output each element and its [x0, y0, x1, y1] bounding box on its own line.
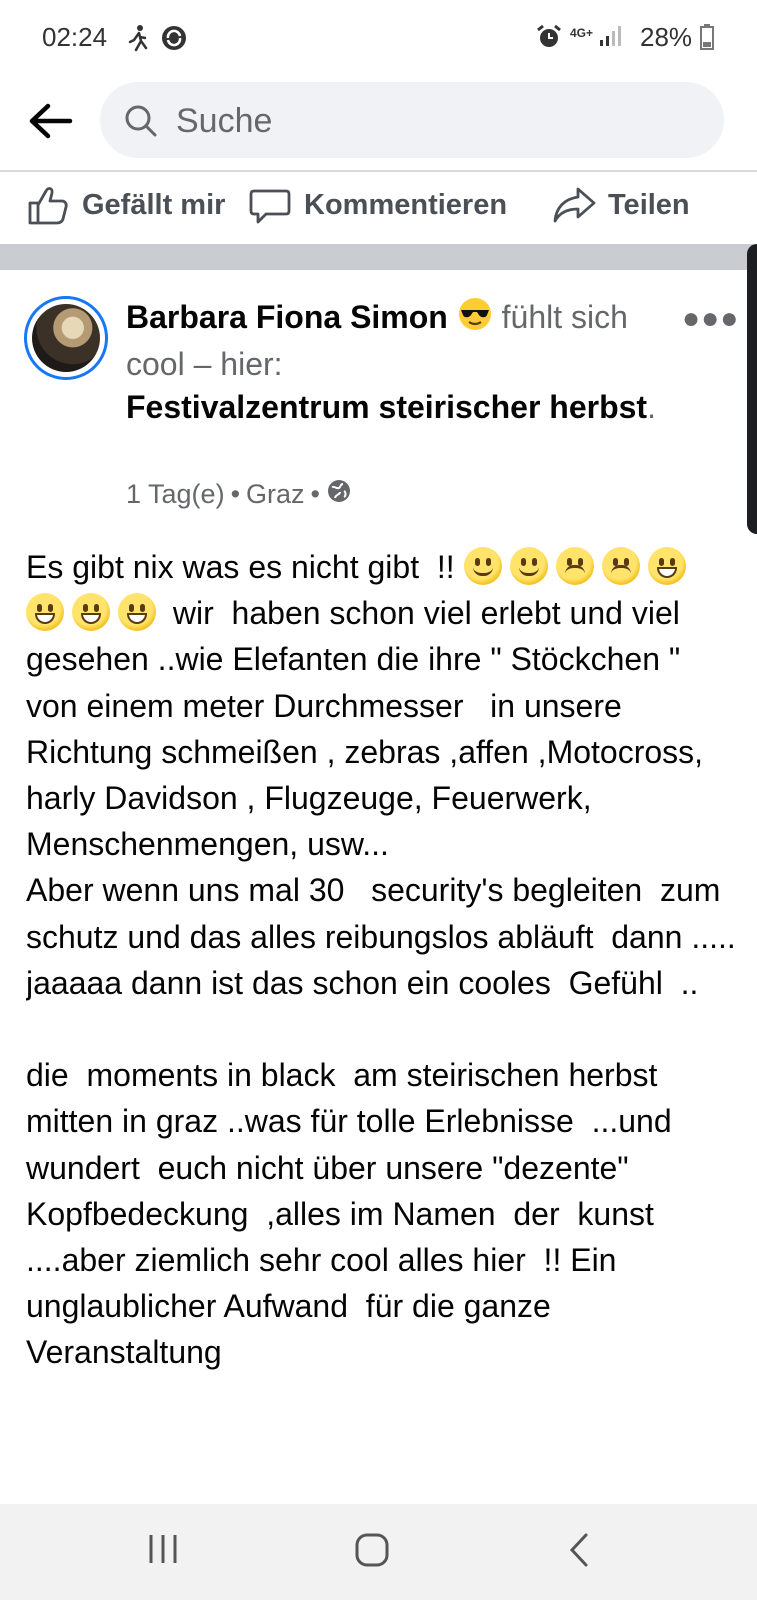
arrow-left-icon — [29, 103, 73, 139]
share-button[interactable]: Teilen — [552, 180, 690, 230]
post-body: Es gibt nix was es nicht gibt !! wir hab… — [26, 544, 736, 1504]
post-meta: 1 Tag(e) • Graz • — [126, 478, 358, 511]
post-header: Barbara Fiona Simon fühlt sich cool – hi… — [126, 296, 686, 429]
globe-icon — [326, 478, 352, 511]
more-options-icon[interactable]: ●●● — [682, 302, 739, 336]
system-back-button[interactable] — [566, 1532, 592, 1573]
slightly-smiling-face-icon — [463, 547, 502, 585]
system-nav-bar — [0, 1504, 757, 1600]
grinning-face-icon — [647, 547, 686, 585]
grinning-face-icon — [26, 593, 64, 632]
post-place: Graz — [246, 479, 305, 509]
search-placeholder: Suche — [176, 102, 273, 140]
signal-icon — [598, 24, 622, 53]
avatar-photo — [32, 304, 100, 372]
beaming-face-icon — [72, 593, 110, 632]
chevron-left-icon — [569, 1533, 588, 1567]
author-name[interactable]: Barbara Fiona Simon — [126, 299, 448, 335]
status-time: 02:24 — [42, 22, 108, 52]
recent-apps-icon — [149, 1535, 177, 1563]
search-icon — [124, 104, 158, 143]
slightly-smiling-face-icon — [509, 547, 548, 585]
meta-separator: • — [310, 479, 320, 509]
post-time[interactable]: 1 Tag(e) — [126, 479, 225, 510]
post-text-body: wir haben schon viel erlebt und viel ges… — [26, 595, 736, 1371]
like-button[interactable]: Gefällt mir — [26, 180, 225, 230]
share-label: Teilen — [608, 188, 690, 221]
comment-button[interactable]: Kommentieren — [248, 180, 507, 230]
sync-icon — [160, 24, 188, 57]
sunglasses-emoji-icon — [457, 296, 493, 343]
search-input[interactable]: Suche — [100, 82, 724, 158]
battery-percent: 28% — [640, 22, 693, 52]
avatar[interactable] — [24, 296, 108, 380]
like-label: Gefällt mir — [82, 188, 226, 221]
recent-apps-button[interactable] — [146, 1532, 180, 1571]
meta-separator: • — [230, 479, 241, 509]
scroll-indicator[interactable] — [747, 244, 757, 534]
battery-icon — [700, 24, 714, 55]
alarm-icon — [536, 24, 562, 55]
grinning-face-big-eyes-icon — [118, 593, 156, 632]
comment-icon — [249, 189, 291, 224]
network-type: 4G+ — [570, 26, 594, 40]
post-text-line1: Es gibt nix was es nicht gibt !! — [26, 549, 464, 585]
upside-down-face-icon — [555, 547, 594, 585]
upside-down-face-icon — [601, 547, 640, 585]
status-bar: 02:24 4G+ 28% — [0, 0, 757, 76]
section-divider — [0, 244, 757, 270]
home-button[interactable] — [354, 1532, 390, 1573]
back-button[interactable] — [26, 96, 76, 146]
home-icon — [355, 1533, 389, 1567]
walking-icon — [126, 24, 150, 57]
share-icon — [553, 187, 596, 223]
location-link[interactable]: Festivalzentrum steirischer herbst — [126, 389, 647, 425]
search-bar-row: Suche — [0, 76, 757, 172]
thumbs-up-icon — [28, 187, 68, 225]
location-suffix: . — [647, 389, 656, 425]
post-action-bar: Gefällt mir Kommentieren Teilen — [0, 172, 757, 244]
comment-label: Kommentieren — [304, 188, 508, 221]
